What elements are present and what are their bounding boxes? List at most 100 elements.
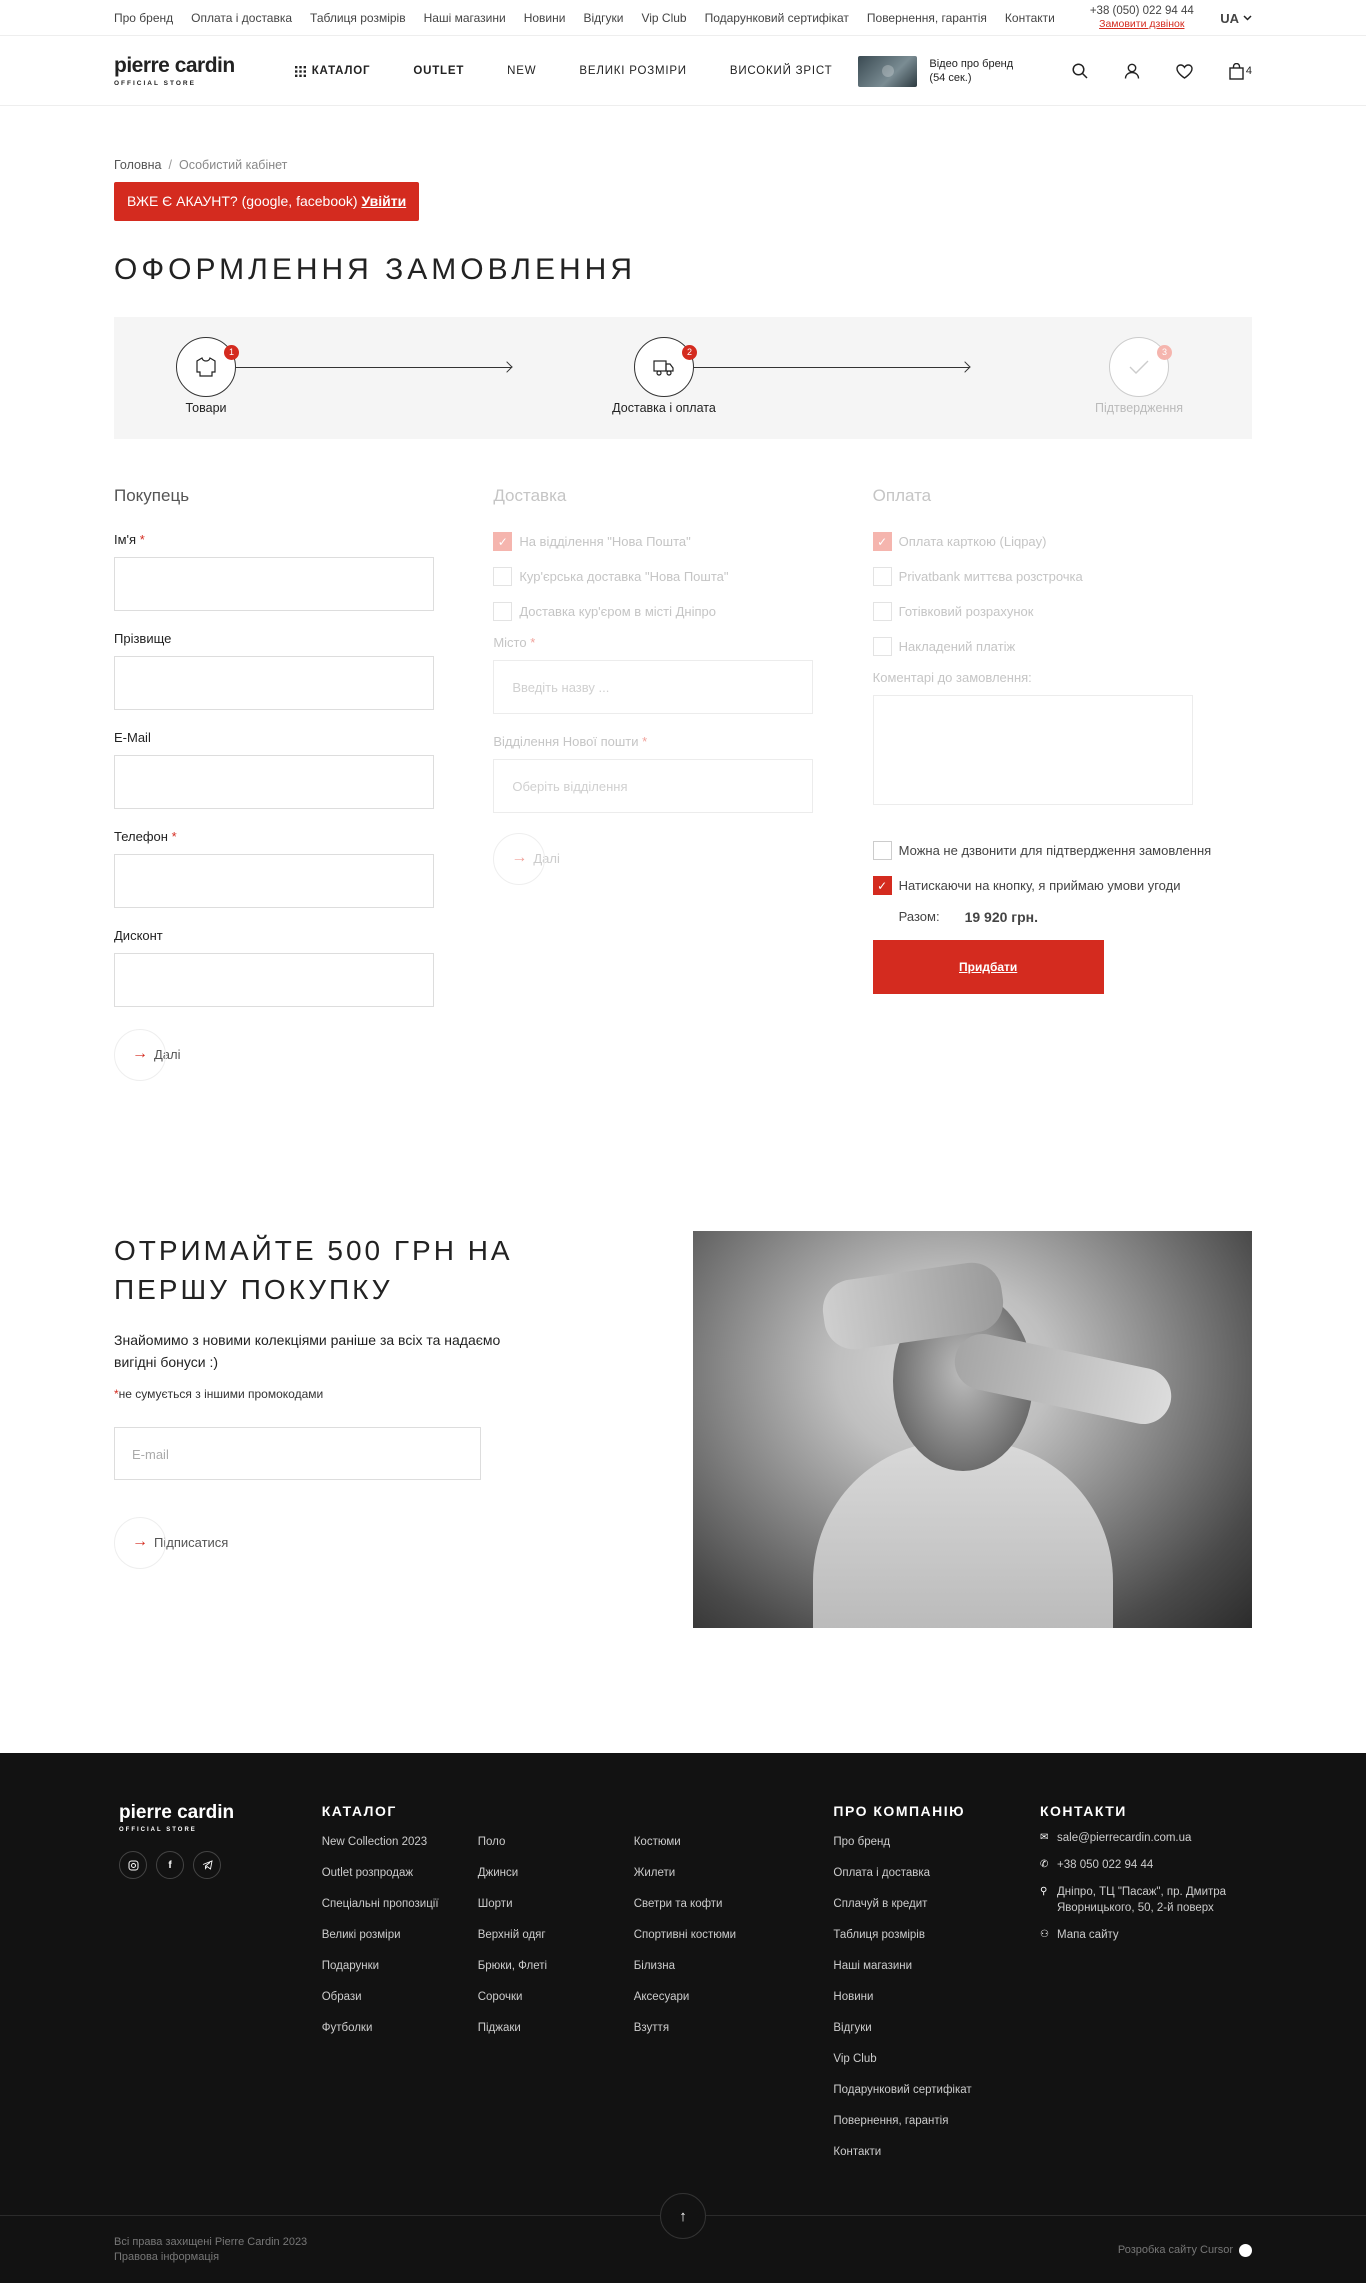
delivery-option-label: На відділення "Нова Пошта"	[519, 534, 691, 549]
top-link-stores[interactable]: Наші магазини	[424, 11, 506, 25]
footer-link[interactable]: Джинси	[478, 1858, 634, 1889]
city-input[interactable]: Введіть назву ...	[493, 660, 814, 714]
buyer-next-button[interactable]: → Далі	[114, 1029, 493, 1081]
breadcrumb-home[interactable]: Головна	[114, 158, 162, 172]
footer-link[interactable]: Взуття	[634, 2013, 790, 2044]
delivery-option-dnipro-courier[interactable]: Доставка кур'єром в місті Дніпро	[493, 602, 872, 621]
sitemap-icon: ⚇	[1040, 1929, 1049, 1940]
payment-option-installment[interactable]: Privatbank миттєва розстрочка	[872, 567, 1252, 586]
video-thumbnail[interactable]	[858, 55, 918, 87]
footer-link[interactable]: Спортивні костюми	[634, 1920, 790, 1951]
footer-link[interactable]: Vip Club	[833, 2044, 1040, 2075]
comment-textarea[interactable]	[872, 695, 1193, 805]
phone-label-text: Телефон	[114, 829, 168, 844]
footer-link[interactable]: Брюки, Флеті	[478, 1951, 634, 1982]
footer-link[interactable]: Відгуки	[833, 2013, 1040, 2044]
login-link[interactable]: Увійти	[361, 193, 406, 209]
search-icon[interactable]	[1072, 63, 1088, 79]
nav-big-sizes[interactable]: ВЕЛИКІ РОЗМІРИ	[579, 65, 686, 77]
footer-link[interactable]: Великі розміри	[322, 1920, 478, 1951]
footer-link[interactable]: Повернення, гарантія	[833, 2106, 1040, 2137]
footer-link[interactable]: Футболки	[322, 2013, 478, 2044]
surname-input[interactable]	[114, 656, 434, 710]
footer-link[interactable]: Сплачуй в кредит	[833, 1889, 1040, 1920]
buy-button[interactable]: Придбати	[872, 940, 1104, 994]
top-link-vip[interactable]: Vip Club	[641, 11, 686, 25]
top-link-contacts[interactable]: Контакти	[1005, 11, 1055, 25]
legal-link[interactable]: Правова інформація	[114, 2250, 307, 2265]
instagram-icon[interactable]	[119, 1851, 147, 1879]
footer-link[interactable]: Оплата і доставка	[833, 1858, 1040, 1889]
footer-link[interactable]: Піджаки	[478, 2013, 634, 2044]
footer-link[interactable]: Сорочки	[478, 1982, 634, 2013]
footer-link[interactable]: Светри та кофти	[634, 1889, 790, 1920]
footer-link[interactable]: Білизна	[634, 1951, 790, 1982]
step-delivery[interactable]: 2 Доставка і оплата	[594, 337, 734, 415]
top-link-returns[interactable]: Повернення, гарантія	[867, 11, 987, 25]
top-link-news[interactable]: Новини	[524, 11, 566, 25]
footer-link[interactable]: Таблиця розмірів	[833, 1920, 1040, 1951]
phone-number[interactable]: +38 (050) 022 94 44	[1090, 5, 1194, 17]
payment-option-cod[interactable]: Накладений платіж	[872, 637, 1252, 656]
no-call-checkbox[interactable]: Можна не дзвонити для підтвердження замо…	[872, 841, 1252, 860]
delivery-next-button[interactable]: → Далі	[493, 833, 872, 885]
footer-link[interactable]: Outlet розпродаж	[322, 1858, 478, 1889]
footer-email[interactable]: ✉ sale@pierrecardin.com.ua	[1040, 1830, 1252, 1846]
footer-link[interactable]: Шорти	[478, 1889, 634, 1920]
top-link-payment[interactable]: Оплата і доставка	[191, 11, 292, 25]
footer-link[interactable]: Костюми	[634, 1827, 790, 1858]
footer-link[interactable]: Верхній одяг	[478, 1920, 634, 1951]
developer-credit[interactable]: Розробка сайту Cursor	[1118, 2243, 1252, 2257]
footer-link[interactable]: Подарунковий сертифікат	[833, 2075, 1040, 2106]
nav-new[interactable]: NEW	[507, 65, 536, 77]
login-banner[interactable]: ВЖЕ Є АКАУНТ? (google, facebook) Увійти	[114, 182, 420, 221]
branch-select[interactable]: Оберіть відділення	[493, 759, 814, 813]
facebook-icon[interactable]: f	[156, 1851, 184, 1879]
nav-catalog[interactable]: КАТАЛОГ	[294, 65, 371, 77]
cart-button[interactable]: 4	[1229, 62, 1252, 80]
footer-link[interactable]: Про бренд	[833, 1827, 1040, 1858]
email-input[interactable]	[114, 755, 434, 809]
callback-link[interactable]: Замовити дзвінок	[1090, 18, 1194, 31]
language-selector[interactable]: UA	[1220, 11, 1252, 26]
top-link-gift[interactable]: Подарунковий сертифікат	[705, 11, 849, 25]
site-logo[interactable]: pierre cardin OFFICIAL STORE	[114, 55, 235, 88]
brand-video[interactable]: Відео про бренд (54 сек.)	[858, 55, 1013, 87]
name-input[interactable]	[114, 557, 434, 611]
nav-tall[interactable]: ВИСОКИЙ ЗРІСТ	[730, 65, 833, 77]
footer-link[interactable]: Образи	[322, 1982, 478, 2013]
payment-option-cash[interactable]: Готівковий розрахунок	[872, 602, 1252, 621]
footer-logo[interactable]: pierre cardin	[119, 1803, 322, 1822]
footer-sitemap-text: Мапа сайту	[1057, 1929, 1119, 1941]
subscribe-email-input[interactable]: E-mail	[114, 1427, 481, 1480]
top-link-about[interactable]: Про бренд	[114, 11, 173, 25]
nav-outlet[interactable]: OUTLET	[413, 65, 464, 77]
payment-option-card[interactable]: ✓ Оплата карткою (Liqpay)	[872, 532, 1252, 551]
telegram-icon[interactable]	[193, 1851, 221, 1879]
footer-link[interactable]: Аксесуари	[634, 1982, 790, 2013]
step-goods[interactable]: 1 Товари	[136, 337, 276, 415]
footer-link[interactable]: Новини	[833, 1982, 1040, 2013]
top-link-sizes[interactable]: Таблиця розмірів	[310, 11, 406, 25]
checkout-page: Головна / Особистий кабінет ВЖЕ Є АКАУНТ? …	[114, 158, 1252, 1628]
top-link-reviews[interactable]: Відгуки	[583, 11, 623, 25]
footer-phone[interactable]: ✆ +38 050 022 94 44	[1040, 1857, 1252, 1873]
footer-link[interactable]: New Collection 2023	[322, 1827, 478, 1858]
phone-input[interactable]	[114, 854, 434, 908]
step-arrow	[236, 367, 511, 368]
footer-link[interactable]: Контакти	[833, 2137, 1040, 2168]
delivery-option-np-courier[interactable]: Кур'єрська доставка "Нова Пошта"	[493, 567, 872, 586]
footer-sitemap[interactable]: ⚇ Мапа сайту	[1040, 1927, 1252, 1943]
heart-icon[interactable]	[1176, 63, 1193, 79]
footer-link[interactable]: Жилети	[634, 1858, 790, 1889]
user-icon[interactable]	[1124, 63, 1140, 79]
delivery-option-np-branch[interactable]: ✓ На відділення "Нова Пошта"	[493, 532, 872, 551]
footer-link[interactable]: Спеціальні пропозиції	[322, 1889, 478, 1920]
footer-link[interactable]: Наші магазини	[833, 1951, 1040, 1982]
agree-checkbox[interactable]: ✓ Натискаючи на кнопку, я приймаю умови у…	[872, 876, 1252, 895]
discount-input[interactable]	[114, 953, 434, 1007]
login-banner-text: ВЖЕ Є АКАУНТ? (google, facebook)	[127, 193, 358, 209]
subscribe-button[interactable]: → Підписатися	[114, 1517, 693, 1569]
footer-link[interactable]: Поло	[478, 1827, 634, 1858]
footer-link[interactable]: Подарунки	[322, 1951, 478, 1982]
